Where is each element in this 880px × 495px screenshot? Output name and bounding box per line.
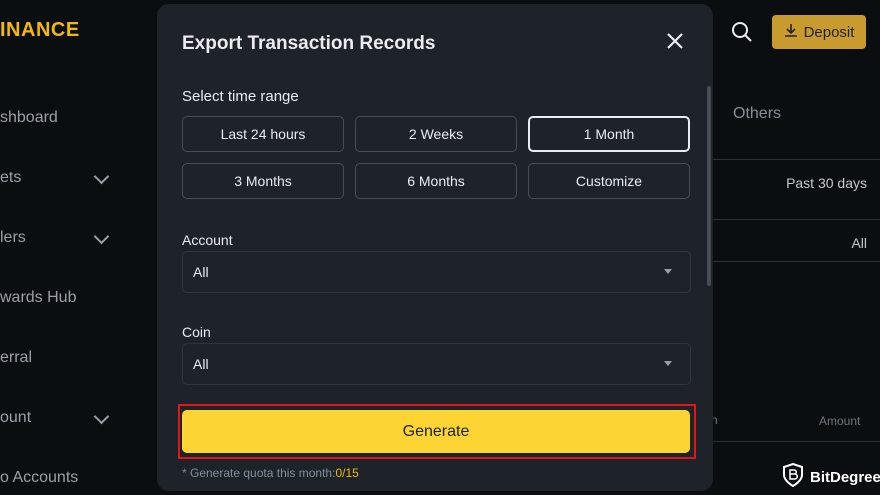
sidebar-item-assets[interactable]: ets — [0, 169, 21, 187]
caret-down-icon — [664, 269, 672, 274]
bitdegree-watermark: BitDegree — [783, 462, 880, 491]
time-option-3-months[interactable]: 3 Months — [182, 163, 344, 199]
shield-logo-icon — [783, 462, 803, 491]
chevron-down-icon — [93, 228, 110, 245]
time-range-label: Select time range — [182, 88, 299, 105]
divider — [712, 441, 880, 442]
chevron-down-icon — [93, 168, 110, 185]
coin-label: Coin — [182, 324, 211, 340]
generate-highlight-outline — [178, 404, 696, 459]
column-header-amount: Amount — [819, 414, 861, 428]
divider — [712, 219, 880, 220]
brand-logo-text: INANCE — [0, 19, 80, 41]
deposit-button[interactable]: Deposit — [772, 15, 866, 49]
sidebar-item-rewards-hub[interactable]: wards Hub — [0, 289, 76, 307]
coin-select-value: All — [193, 356, 209, 372]
time-filter-value[interactable]: Past 30 days — [786, 175, 867, 191]
time-option-6-months[interactable]: 6 Months — [355, 163, 517, 199]
time-option-1-month[interactable]: 1 Month — [528, 116, 690, 152]
quota-value: 0/15 — [335, 466, 359, 480]
account-filter-value[interactable]: All — [851, 235, 867, 251]
sidebar-item-sub-accounts[interactable]: o Accounts — [0, 469, 78, 487]
caret-down-icon — [664, 361, 672, 366]
time-option-last-24-hours[interactable]: Last 24 hours — [182, 116, 344, 152]
deposit-label: Deposit — [803, 23, 855, 41]
watermark-text: BitDegree — [810, 468, 880, 486]
sidebar-item-orders[interactable]: lers — [0, 229, 26, 247]
sidebar-item-referral[interactable]: erral — [0, 349, 32, 367]
generate-quota: * Generate quota this month:0/15 — [182, 466, 359, 480]
account-label: Account — [182, 232, 233, 248]
tab-others[interactable]: Others — [733, 105, 781, 123]
modal-title: Export Transaction Records — [182, 33, 436, 54]
quota-label: * Generate quota this month: — [182, 466, 336, 480]
time-option-2-weeks[interactable]: 2 Weeks — [355, 116, 517, 152]
close-icon[interactable] — [663, 29, 687, 53]
account-select-value: All — [193, 264, 209, 280]
sidebar-item-account[interactable]: ount — [0, 409, 31, 427]
divider — [712, 261, 880, 262]
search-icon[interactable] — [731, 21, 753, 43]
divider — [712, 159, 880, 160]
time-option-customize[interactable]: Customize — [528, 163, 690, 199]
download-icon — [784, 23, 798, 41]
modal-scrollbar[interactable] — [707, 86, 711, 286]
coin-select[interactable]: All — [182, 343, 691, 385]
account-select[interactable]: All — [182, 251, 691, 293]
chevron-down-icon — [93, 408, 110, 425]
sidebar-item-dashboard[interactable]: shboard — [0, 109, 58, 127]
